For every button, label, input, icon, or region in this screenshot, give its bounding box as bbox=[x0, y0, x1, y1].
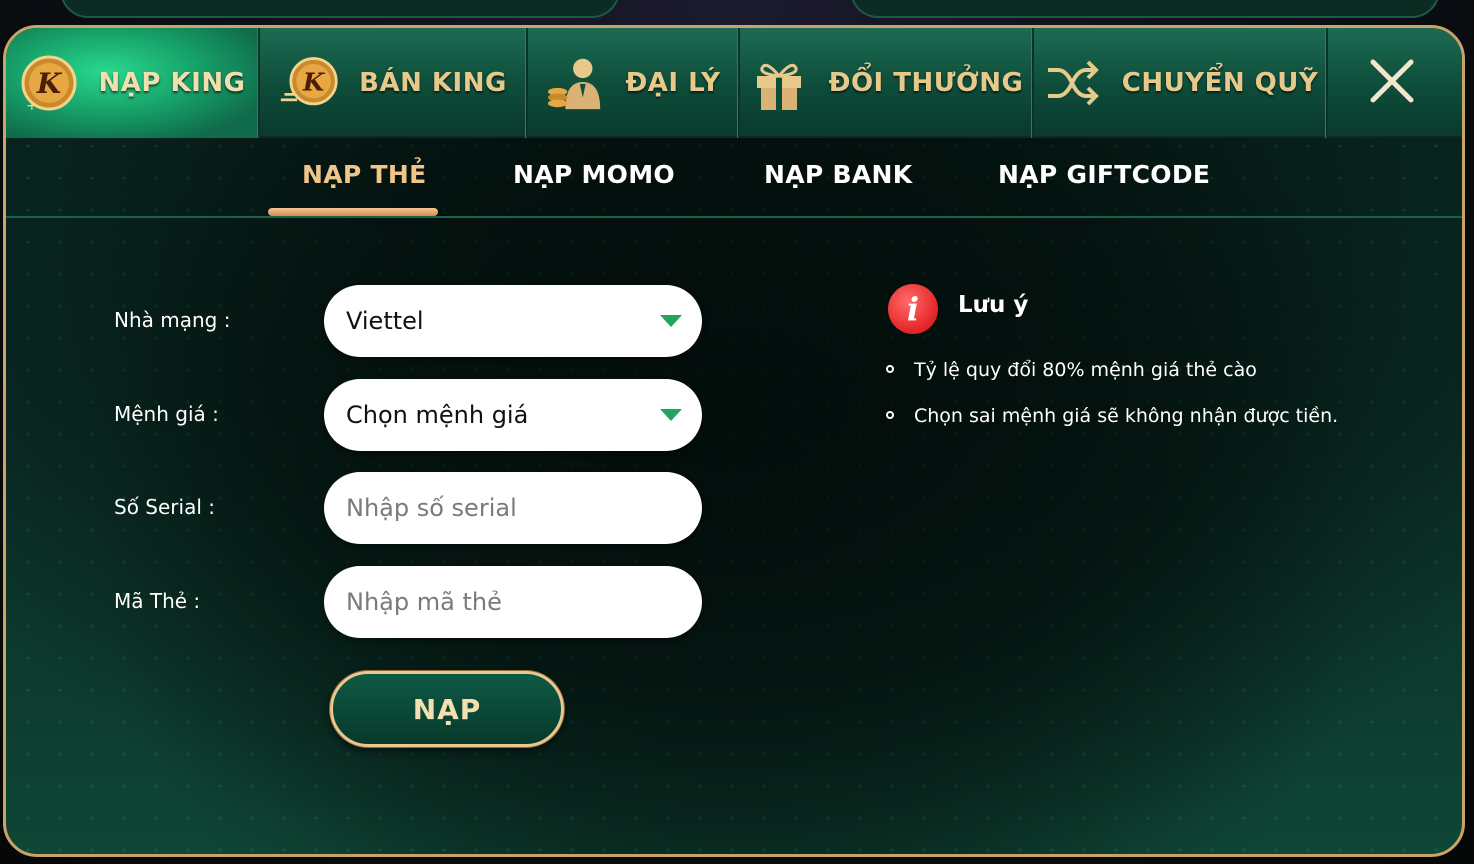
tab-ban-king[interactable]: K BÁN KING bbox=[260, 28, 528, 138]
king-coin-sell-icon: K bbox=[279, 53, 339, 113]
info-icon: i bbox=[888, 284, 938, 334]
denomination-value: Chọn mệnh giá bbox=[346, 401, 529, 429]
top-tab-bar: K + NẠP KING K BÁN KING ĐẠI LÝ ĐỔI THƯỞN… bbox=[6, 28, 1462, 138]
king-coin-icon: K + bbox=[19, 53, 79, 113]
shuffle-icon bbox=[1042, 53, 1102, 113]
network-value: Viettel bbox=[346, 307, 424, 335]
bullet-icon bbox=[886, 364, 894, 373]
tab-label: CHUYỂN QUỸ bbox=[1121, 68, 1319, 98]
tab-label: NẠP KING bbox=[98, 68, 246, 98]
bullet-icon bbox=[886, 410, 894, 419]
close-button[interactable] bbox=[1322, 28, 1462, 138]
tab-nap-the[interactable]: NẠP THẺ bbox=[302, 160, 426, 189]
svg-text:+: + bbox=[26, 98, 38, 112]
svg-text:K: K bbox=[302, 67, 326, 96]
background-panel bbox=[850, 0, 1440, 18]
submit-label: NẠP bbox=[412, 692, 482, 726]
close-icon bbox=[1367, 56, 1417, 110]
agent-icon bbox=[546, 53, 606, 113]
denomination-label: Mệnh giá : bbox=[114, 402, 219, 426]
tab-chuyen-quy[interactable]: CHUYỂN QUỸ bbox=[1034, 28, 1328, 138]
submit-button[interactable]: NẠP bbox=[330, 671, 564, 747]
tab-doi-thuong[interactable]: ĐỔI THƯỞNG bbox=[740, 28, 1034, 138]
svg-text:K: K bbox=[35, 67, 62, 100]
card-code-input[interactable]: Nhập mã thẻ bbox=[324, 566, 702, 638]
network-select[interactable]: Viettel bbox=[324, 285, 702, 357]
note-title: Lưu ý bbox=[958, 292, 1029, 318]
card-code-placeholder: Nhập mã thẻ bbox=[346, 588, 502, 616]
tab-dai-ly[interactable]: ĐẠI LÝ bbox=[528, 28, 740, 138]
dropdown-arrow-icon bbox=[660, 409, 682, 421]
tab-label: ĐẠI LÝ bbox=[625, 68, 721, 98]
deposit-modal: K + NẠP KING K BÁN KING ĐẠI LÝ ĐỔI THƯỞN… bbox=[3, 25, 1465, 857]
tab-nap-momo[interactable]: NẠP MOMO bbox=[513, 160, 675, 189]
denomination-select[interactable]: Chọn mệnh giá bbox=[324, 379, 702, 451]
background-panel bbox=[60, 0, 620, 18]
note-item: Tỷ lệ quy đổi 80% mệnh giá thẻ cào bbox=[886, 359, 1257, 381]
tab-nap-king[interactable]: K + NẠP KING bbox=[6, 28, 260, 138]
gift-icon bbox=[749, 53, 809, 113]
dropdown-arrow-icon bbox=[660, 315, 682, 327]
note-item: Chọn sai mệnh giá sẽ không nhận được tiề… bbox=[886, 405, 1338, 427]
serial-input[interactable]: Nhập số serial bbox=[324, 472, 702, 544]
card-code-label: Mã Thẻ : bbox=[114, 589, 201, 613]
serial-placeholder: Nhập số serial bbox=[346, 494, 517, 522]
tab-label: ĐỔI THƯỞNG bbox=[828, 68, 1024, 98]
sub-tab-bar: NẠP THẺ NẠP MOMO NẠP BANK NẠP GIFTCODE bbox=[6, 138, 1462, 218]
serial-label: Số Serial : bbox=[114, 495, 215, 519]
active-tab-underline bbox=[268, 208, 438, 216]
tab-nap-giftcode[interactable]: NẠP GIFTCODE bbox=[998, 160, 1210, 189]
network-label: Nhà mạng : bbox=[114, 308, 231, 332]
tab-nap-bank[interactable]: NẠP BANK bbox=[764, 160, 912, 189]
tab-label: BÁN KING bbox=[359, 68, 507, 98]
